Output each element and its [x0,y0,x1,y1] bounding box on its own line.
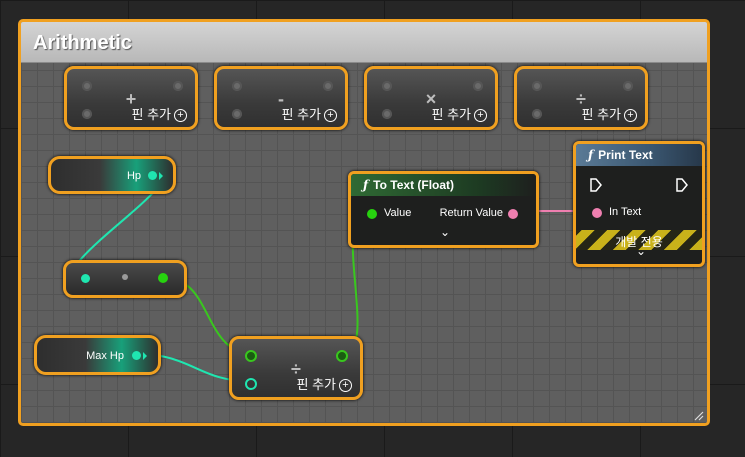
divide-operator-node[interactable]: ÷ 핀 추가 + [514,66,648,130]
add-pin-label: 핀 추가 [296,377,337,392]
in-text-label: In Text [609,206,642,218]
input-pin-b[interactable] [532,109,542,119]
print-text-node[interactable]: ƒ Print Text In Text 개발 전용 ⌄ [573,141,705,267]
add-pin-label: 핀 추가 [131,107,172,122]
pin-arrow-icon [159,172,163,180]
add-pin-button[interactable]: 핀 추가 + [431,104,487,123]
comment-title: Arithmetic [33,32,132,54]
print-text-title-wrap: ƒ Print Text [588,148,653,162]
hp-output-pin[interactable] [148,171,157,180]
input-pin-b[interactable] [382,109,392,119]
value-label: Value [384,207,412,219]
print-text-title: Print Text [598,148,653,162]
print-text-header[interactable]: ƒ Print Text [576,144,702,166]
subtract-operator-node[interactable]: - 핀 추가 + [214,66,348,130]
max-hp-label: Max Hp [86,350,124,362]
max-hp-output-pin[interactable] [132,351,141,360]
max-hp-variable-node[interactable]: Max Hp [34,335,161,375]
plus-circle-icon: + [474,109,487,123]
to-text-float-node[interactable]: ƒ To Text (Float) Value Return Value ⌄ [348,171,539,248]
expand-chevron-icon[interactable]: ⌄ [440,225,450,239]
add-pin-button[interactable]: 핀 추가 + [581,104,637,123]
to-text-header[interactable]: ƒ To Text (Float) [351,174,536,196]
return-value-label: Return Value [439,207,503,219]
conversion-node[interactable] [63,260,187,298]
function-icon: ƒ [363,178,369,192]
conversion-output-pin[interactable] [158,273,168,283]
add-pin-button[interactable]: 핀 추가 + [296,374,352,393]
divide-node[interactable]: ÷ 핀 추가 + [229,336,363,400]
multiply-operator-node[interactable]: × 핀 추가 + [364,66,498,130]
add-operator-node[interactable]: + 핀 추가 + [64,66,198,130]
hp-label: Hp [126,170,141,182]
add-pin-label: 핀 추가 [281,107,322,122]
exec-out-pin-icon[interactable] [676,178,688,192]
plus-circle-icon: + [339,379,352,393]
add-pin-label: 핀 추가 [431,107,472,122]
resize-grip-icon[interactable] [692,409,704,421]
function-icon: ƒ [588,148,594,162]
add-pin-button[interactable]: 핀 추가 + [281,104,337,123]
add-pin-button[interactable]: 핀 추가 + [131,104,187,123]
comment-header[interactable]: Arithmetic [21,22,707,63]
input-pin-b[interactable] [232,109,242,119]
add-pin-label: 핀 추가 [581,107,622,122]
plus-circle-icon: + [624,109,637,123]
input-pin-b[interactable] [82,109,92,119]
return-value-output-pin[interactable] [508,209,518,219]
expand-chevron-icon[interactable]: ⌄ [636,244,646,258]
conversion-dot [122,274,128,280]
pin-arrow-icon [143,352,147,360]
plus-circle-icon: + [324,109,337,123]
to-text-title-wrap: ƒ To Text (Float) [363,178,454,192]
to-text-title: To Text (Float) [373,178,455,192]
in-text-input-pin[interactable] [592,208,602,218]
hp-variable-node[interactable]: Hp [48,156,176,194]
conversion-input-pin[interactable] [81,274,90,283]
plus-circle-icon: + [174,109,187,123]
exec-in-pin-icon[interactable] [590,178,602,192]
value-input-pin[interactable] [367,209,377,219]
